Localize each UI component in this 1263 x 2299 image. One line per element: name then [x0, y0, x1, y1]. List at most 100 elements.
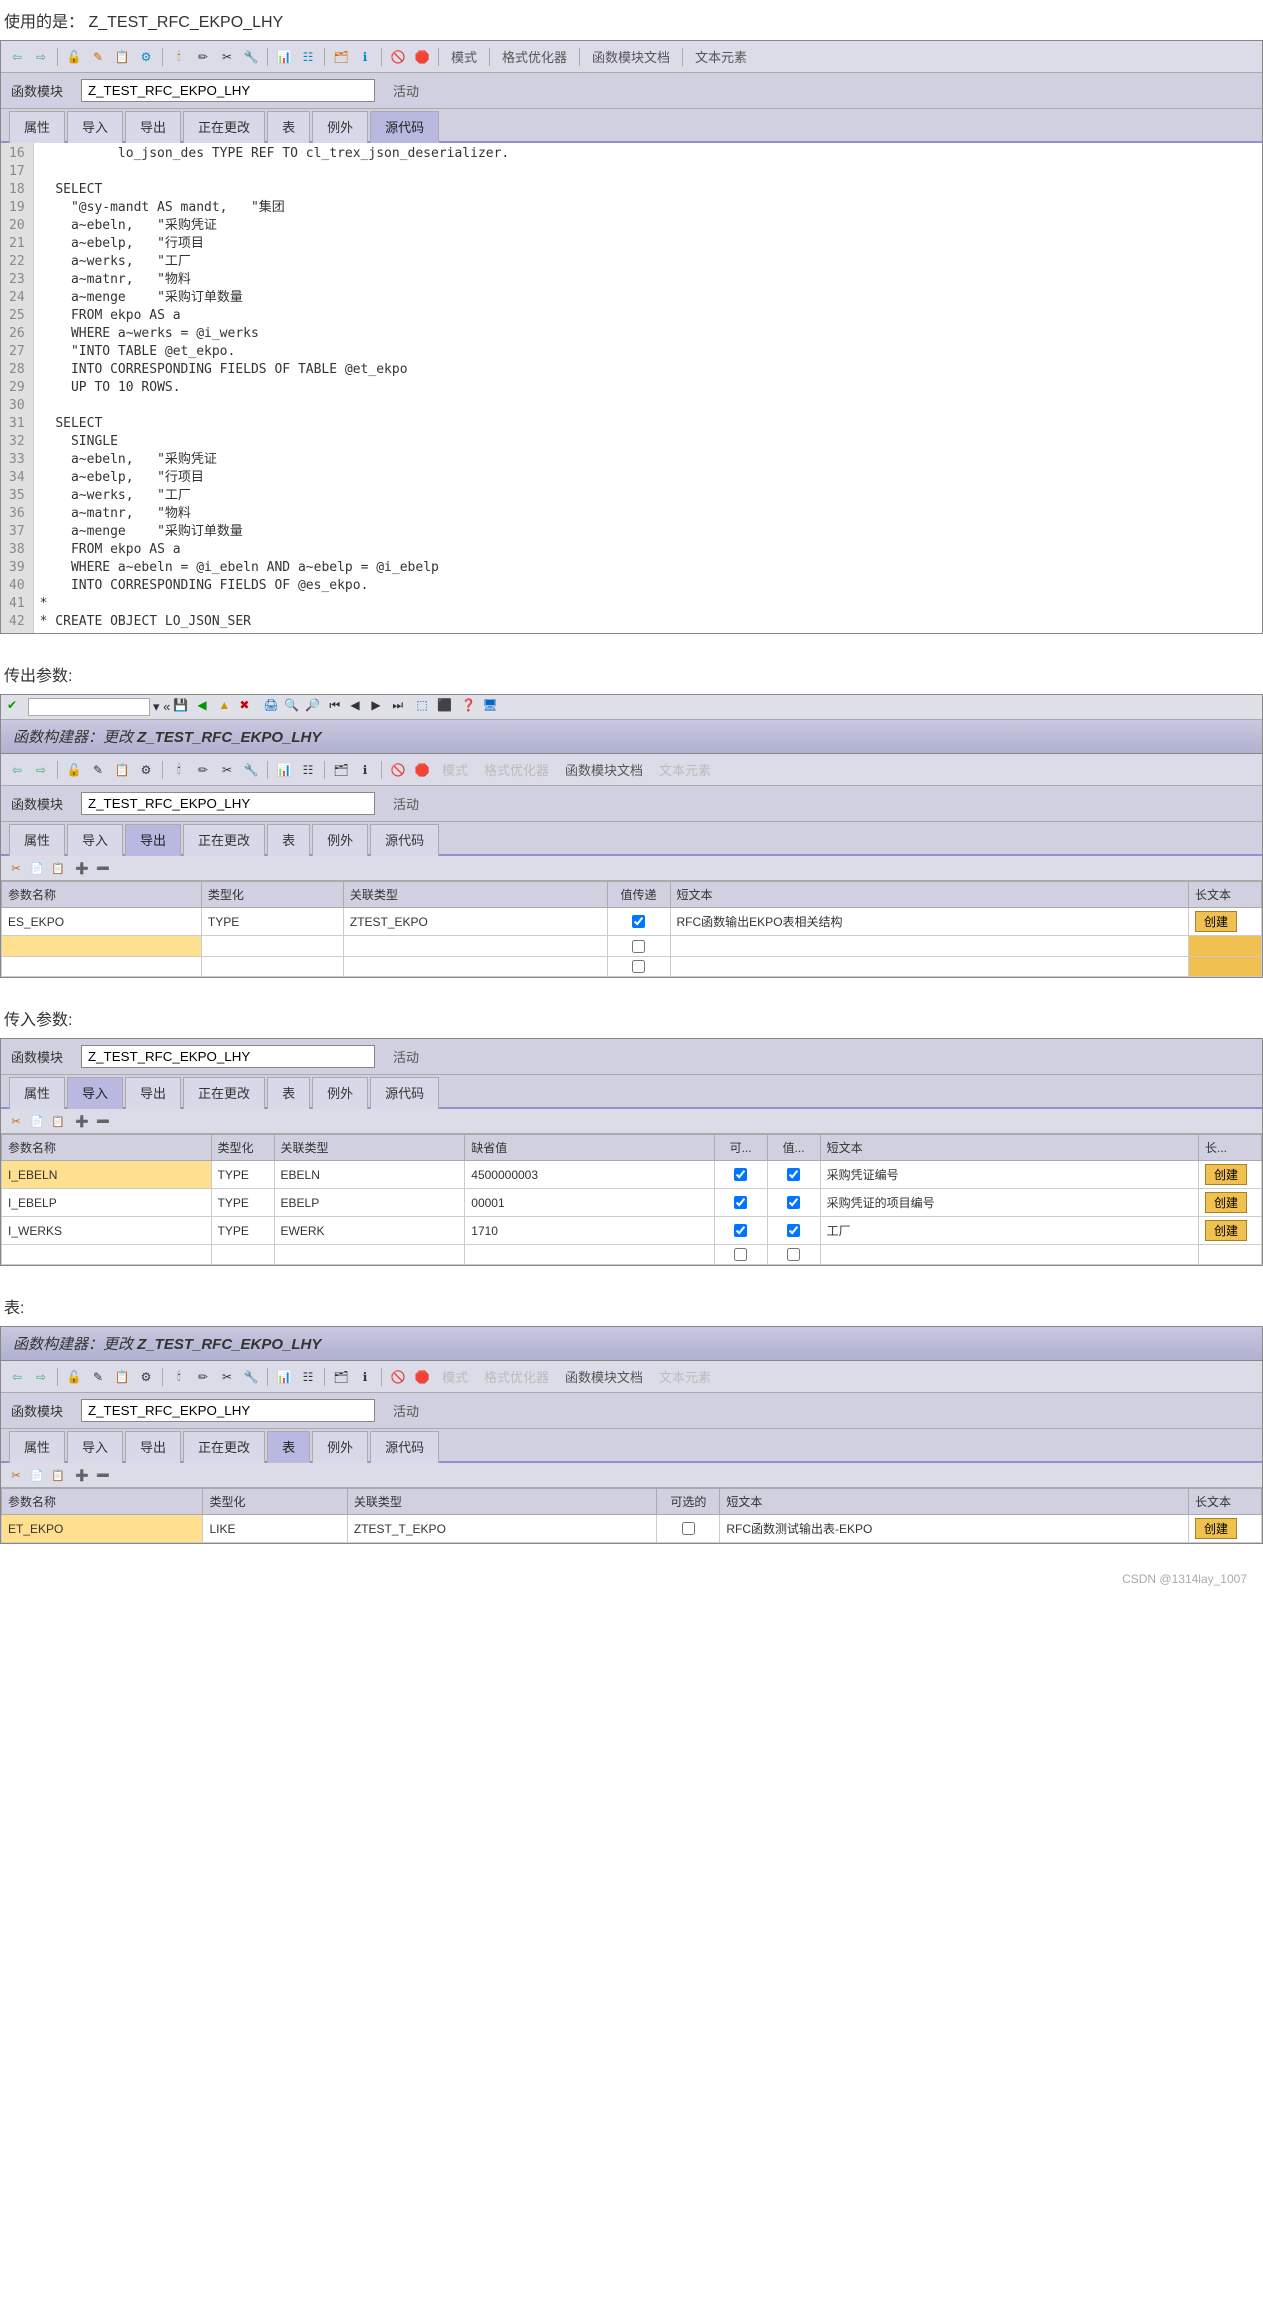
tab-import4[interactable]: 导入	[67, 1431, 123, 1463]
find-icon[interactable]: 🔍	[284, 698, 302, 716]
sess1-icon[interactable]: ⬚	[416, 698, 434, 716]
cell-ref[interactable]: EBELN	[274, 1161, 465, 1189]
e3[interactable]: ✎	[88, 1367, 108, 1387]
g3[interactable]: ⚙	[136, 1367, 156, 1387]
h3[interactable]: 📊	[274, 1367, 294, 1387]
tab-except3[interactable]: 例外	[312, 1077, 368, 1109]
cell-typing[interactable]: TYPE	[211, 1189, 274, 1217]
check-icon[interactable]: ⚙	[136, 47, 156, 67]
mode-button[interactable]: 模式	[445, 45, 483, 68]
act-icon[interactable]: 🕯	[169, 760, 189, 780]
d3[interactable]: 🔓	[64, 1367, 84, 1387]
t1-icon[interactable]: 🗂	[331, 760, 351, 780]
cell-name[interactable]: I_WERKS	[2, 1217, 212, 1245]
docs-button[interactable]: 函数模块文档	[586, 45, 676, 68]
tab-import2[interactable]: 导入	[67, 824, 123, 856]
del2-icon[interactable]: ➖	[94, 1112, 112, 1130]
cell-default[interactable]: 4500000003	[465, 1161, 714, 1189]
back-icon[interactable]: ⇦	[7, 47, 27, 67]
del3-icon[interactable]: ➖	[94, 1466, 112, 1484]
formatter-button[interactable]: 格式优化器	[496, 45, 573, 68]
b3[interactable]: 🚫	[388, 1367, 408, 1387]
cancel-icon[interactable]: ✖	[239, 698, 257, 716]
cut5-icon[interactable]: ✂	[7, 1466, 25, 1484]
cell-default[interactable]: 1710	[465, 1217, 714, 1245]
cell-text[interactable]: 工厂	[820, 1217, 1198, 1245]
cell-long[interactable]: 创建	[1189, 908, 1262, 936]
layout-icon[interactable]: 🖥	[482, 698, 500, 716]
cell-empty[interactable]	[2, 936, 202, 957]
copy4-icon[interactable]: 📄	[28, 1112, 46, 1130]
tool-icon[interactable]: 🔧	[241, 760, 261, 780]
tab-source[interactable]: 源代码	[370, 111, 439, 143]
forward-icon[interactable]: ⇨	[31, 760, 51, 780]
help2-icon[interactable]: ❓	[461, 698, 479, 716]
x3[interactable]: ✂	[217, 1367, 237, 1387]
cell-name[interactable]: ET_EKPO	[2, 1515, 203, 1543]
fn-module-input[interactable]	[81, 79, 375, 102]
tab-export3[interactable]: 导出	[125, 1077, 181, 1109]
tab-source2[interactable]: 源代码	[370, 824, 439, 856]
tree-icon[interactable]: 🗂	[331, 47, 351, 67]
code-editor[interactable]: 1617181920212223242526272829303132333435…	[1, 143, 1262, 633]
cell-typing[interactable]: TYPE	[201, 908, 343, 936]
tab-attr2[interactable]: 属性	[9, 824, 65, 856]
print-icon[interactable]: 🖨	[263, 698, 281, 716]
paste3-icon[interactable]: 📋	[49, 859, 67, 877]
cell-name[interactable]: I_EBELN	[2, 1161, 212, 1189]
other2-icon[interactable]: ✎	[88, 760, 108, 780]
tab-attr[interactable]: 属性	[9, 111, 65, 143]
cell-opt[interactable]	[714, 1161, 767, 1189]
cell-opt[interactable]	[714, 1217, 767, 1245]
b4[interactable]: 🛑	[412, 1367, 432, 1387]
wand-icon[interactable]: ✏	[193, 47, 213, 67]
tab-tables4[interactable]: 表	[267, 1431, 310, 1463]
dc3[interactable]: 函数模块文档	[559, 1365, 649, 1388]
cell-opt[interactable]	[714, 1189, 767, 1217]
back2-icon[interactable]: ◀	[197, 698, 215, 716]
i3[interactable]: ℹ	[355, 1367, 375, 1387]
tab-export2[interactable]: 导出	[125, 824, 181, 856]
fn-input3[interactable]	[81, 1045, 375, 1068]
bp3-icon[interactable]: 🚫	[388, 760, 408, 780]
ins-icon[interactable]: ➕	[73, 859, 91, 877]
bp4-icon[interactable]: 🛑	[412, 760, 432, 780]
tab-tables[interactable]: 表	[267, 111, 310, 143]
ins2-icon[interactable]: ➕	[73, 1112, 91, 1130]
findnext-icon[interactable]: 🔎	[305, 698, 323, 716]
cut3-icon[interactable]: ✂	[7, 859, 25, 877]
c3[interactable]: 📋	[112, 1367, 132, 1387]
paste4-icon[interactable]: 📋	[49, 1112, 67, 1130]
first-icon[interactable]: ⏮	[329, 698, 347, 716]
tab-changing4[interactable]: 正在更改	[183, 1431, 265, 1463]
sess2-icon[interactable]: ⬛	[437, 698, 455, 716]
last-icon[interactable]: ⏭	[392, 698, 410, 716]
cut-icon[interactable]: ✂	[217, 47, 237, 67]
fn-input2[interactable]	[81, 792, 375, 815]
active-icon[interactable]: 📋	[112, 47, 132, 67]
bp1-icon[interactable]: 🚫	[388, 47, 408, 67]
tab-attr4[interactable]: 属性	[9, 1431, 65, 1463]
cut2-icon[interactable]: ✂	[217, 760, 237, 780]
where-icon[interactable]: 📊	[274, 47, 294, 67]
f3[interactable]: 🗂	[331, 1367, 351, 1387]
cell-typing[interactable]: TYPE	[211, 1161, 274, 1189]
cell-name[interactable]: ES_EKPO	[2, 908, 202, 936]
cell-text[interactable]: 采购凭证的项目编号	[820, 1189, 1198, 1217]
tab-changing2[interactable]: 正在更改	[183, 824, 265, 856]
h1-icon[interactable]: 📊	[274, 760, 294, 780]
tab-import[interactable]: 导入	[67, 111, 123, 143]
tab-exceptions[interactable]: 例外	[312, 111, 368, 143]
tab-source3[interactable]: 源代码	[370, 1077, 439, 1109]
tab-source4[interactable]: 源代码	[370, 1431, 439, 1463]
cell-opt[interactable]	[657, 1515, 720, 1543]
i1-icon[interactable]: ℹ	[355, 760, 375, 780]
copy3-icon[interactable]: 📄	[28, 859, 46, 877]
h2-icon[interactable]: ☷	[298, 760, 318, 780]
save-icon[interactable]: 💾	[173, 698, 191, 716]
copy-icon[interactable]: 📋	[112, 760, 132, 780]
display2-icon[interactable]: 🔓	[64, 760, 84, 780]
cell-text[interactable]: 采购凭证编号	[820, 1161, 1198, 1189]
tab-tables3[interactable]: 表	[267, 1077, 310, 1109]
cell-typing[interactable]: TYPE	[211, 1217, 274, 1245]
